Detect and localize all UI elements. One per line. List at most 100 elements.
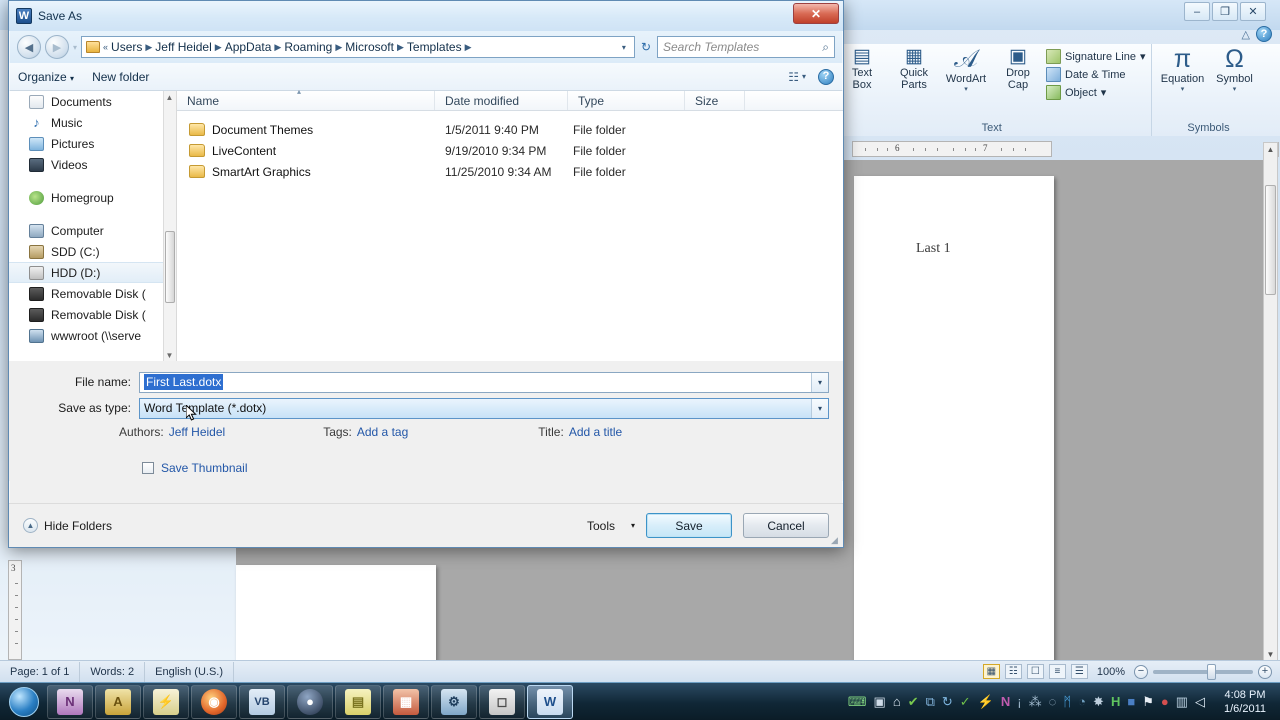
taskbar-button-onenote[interactable]: N (47, 685, 93, 719)
savetype-dropdown[interactable]: Word Template (*.dotx) ▾ (139, 398, 829, 419)
zoom-level-label[interactable]: 100% (1093, 666, 1129, 678)
taskbar-button-excel-chart[interactable]: ▦ (383, 685, 429, 719)
view-full-screen-reading-button[interactable]: ☷ (1005, 664, 1022, 679)
search-icon[interactable]: ⌕ (822, 40, 829, 55)
nav-scroll-down-icon[interactable]: ▼ (164, 349, 175, 361)
dialog-title-bar[interactable]: W Save As ✕ (9, 1, 843, 31)
symbol-caret-icon[interactable]: ▾ (1233, 86, 1237, 93)
file-row-document-themes[interactable]: Document Themes 1/5/2011 9:40 PM File fo… (177, 119, 843, 140)
sync-icon[interactable]: ↻ (942, 695, 953, 708)
ribbon-button-quick-parts[interactable]: ▦ Quick Parts (890, 47, 938, 91)
breadcrumb-appdata[interactable]: AppData (225, 40, 272, 54)
winamp-tray-icon[interactable]: ⚡ (978, 695, 994, 708)
taskbar-button-utility[interactable]: ⚙ (431, 685, 477, 719)
breadcrumb-sep-icon[interactable]: ▶ (465, 42, 472, 53)
speaker-blue-icon[interactable]: ■ (1127, 695, 1135, 708)
mouse-icon[interactable]: ⁂ (1029, 695, 1042, 708)
breadcrumb-roaming[interactable]: Roaming (284, 40, 332, 54)
file-name-cell[interactable]: LiveContent (177, 144, 435, 158)
refresh-icon[interactable]: ↻ (639, 40, 653, 54)
filename-value[interactable]: First Last.dotx (144, 374, 223, 390)
status-language[interactable]: English (U.S.) (145, 662, 234, 682)
file-name-cell[interactable]: Document Themes (177, 123, 435, 137)
recent-locations-icon[interactable]: ▾ (73, 43, 77, 52)
filename-dropdown-icon[interactable]: ▾ (811, 373, 828, 392)
ribbon-item-date-time[interactable]: Date & Time (1046, 67, 1145, 82)
view-caret-icon[interactable]: ▾ (802, 72, 806, 81)
h-icon[interactable]: H (1111, 695, 1120, 708)
wordart-caret-icon[interactable]: ▾ (964, 86, 968, 93)
organize-caret-icon[interactable]: ▾ (70, 74, 74, 83)
nav-item-computer[interactable]: Computer (9, 220, 176, 241)
resize-grip-icon[interactable]: ◢ (831, 535, 841, 545)
signature-line-caret-icon[interactable]: ▾ (1140, 50, 1146, 63)
zoom-out-button[interactable]: − (1134, 665, 1148, 679)
nav-item-removable-disk-2[interactable]: Removable Disk ( (9, 304, 176, 325)
view-web-layout-button[interactable]: ☐ (1027, 664, 1044, 679)
change-view-button[interactable]: ☷ ▾ (788, 70, 806, 84)
file-name-cell[interactable]: SmartArt Graphics (177, 165, 435, 179)
nav-item-documents[interactable]: Documents (9, 91, 176, 112)
nav-item-music[interactable]: ♪ Music (9, 112, 176, 133)
app-icon[interactable]: ⧉ (926, 695, 935, 708)
file-row-livecontent[interactable]: LiveContent 9/19/2010 9:34 PM File folde… (177, 140, 843, 161)
dialog-help-icon[interactable]: ? (818, 69, 834, 85)
monitor-icon[interactable]: ▣ (874, 695, 886, 708)
onenote-tray-icon[interactable]: N (1001, 695, 1010, 708)
nav-item-pictures[interactable]: Pictures (9, 133, 176, 154)
tools-caret-icon[interactable]: ▾ (631, 521, 635, 530)
flag-icon[interactable]: ⚑ (1142, 695, 1154, 708)
disc-icon[interactable]: ◌ (1049, 695, 1057, 708)
taskbar-button-media-player[interactable]: ● (287, 685, 333, 719)
nav-item-videos[interactable]: Videos (9, 154, 176, 175)
breadcrumb-sep-icon[interactable]: ▶ (397, 42, 404, 53)
view-print-layout-button[interactable]: ▦ (983, 664, 1000, 679)
title-field[interactable]: Title: Add a title (538, 425, 622, 439)
ribbon-button-wordart[interactable]: 𝒜 WordArt ▾ (942, 47, 990, 93)
balloon-icon[interactable]: ● (1161, 695, 1169, 708)
breadcrumb-sep-icon[interactable]: ▶ (145, 42, 152, 53)
zoom-in-button[interactable]: + (1258, 665, 1272, 679)
nav-item-homegroup[interactable]: Homegroup (9, 187, 176, 208)
back-button[interactable]: ◀ (17, 35, 41, 59)
status-page[interactable]: Page: 1 of 1 (0, 662, 80, 682)
breadcrumb-sep-icon[interactable]: ▶ (335, 42, 342, 53)
file-row-smartart-graphics[interactable]: SmartArt Graphics 11/25/2010 9:34 AM Fil… (177, 161, 843, 182)
horizontal-ruler[interactable]: 6 7 (852, 141, 1052, 157)
word-window-controls[interactable]: – ❐ ✕ (1184, 2, 1266, 21)
ribbon-button-symbol[interactable]: Ω Symbol ▾ (1210, 47, 1258, 93)
view-draft-button[interactable]: ☰ (1071, 664, 1088, 679)
taskbar-button-word[interactable]: W (527, 685, 573, 719)
restore-button[interactable]: ❐ (1212, 2, 1238, 21)
address-dropdown-icon[interactable]: ▾ (618, 43, 630, 52)
breadcrumb-templates[interactable]: Templates (407, 40, 462, 54)
ribbon-button-text-box[interactable]: ▤ Text Box (838, 47, 886, 91)
view-outline-button[interactable]: ≡ (1049, 664, 1066, 679)
keyboard-icon[interactable]: ⌨ (848, 695, 867, 708)
forward-button[interactable]: ▶ (45, 35, 69, 59)
globe-icon[interactable]: ◔ (1078, 695, 1086, 708)
nav-item-hdd-d[interactable]: HDD (D:) (9, 262, 176, 283)
breadcrumb-users[interactable]: Users (111, 40, 142, 54)
column-header-name[interactable]: Name ▴ (177, 91, 435, 110)
zoom-slider-thumb[interactable] (1207, 664, 1216, 680)
bluetooth-icon[interactable]: ᛗ (1063, 695, 1071, 708)
taskbar-button-winamp[interactable]: ⚡ (143, 685, 189, 719)
tools-button[interactable]: Tools ▾ (587, 519, 635, 533)
taskbar-button-visual-basic[interactable]: VB (239, 685, 285, 719)
document-vertical-scrollbar[interactable]: ▲ ▼ (1263, 142, 1278, 662)
new-folder-button[interactable]: New folder (92, 70, 149, 84)
breadcrumb-sep-icon[interactable]: ▶ (274, 42, 281, 53)
taskbar-button-sticky-notes[interactable]: ▤ (335, 685, 381, 719)
vertical-ruler[interactable]: 3 (8, 560, 22, 660)
collapse-ribbon-icon[interactable]: △ (1242, 28, 1250, 41)
savetype-dropdown-icon[interactable]: ▾ (811, 399, 828, 418)
close-button[interactable]: ✕ (1240, 2, 1266, 21)
ribbon-button-equation[interactable]: π Equation ▾ (1158, 47, 1206, 93)
tags-field[interactable]: Tags: Add a tag (323, 425, 408, 439)
save-thumbnail-label[interactable]: Save Thumbnail (161, 461, 248, 475)
network-icon[interactable]: ▥ (1176, 695, 1188, 708)
column-header-date-modified[interactable]: Date modified (435, 91, 568, 110)
title-value[interactable]: Add a title (569, 425, 622, 439)
nav-scrollbar-thumb[interactable] (165, 231, 175, 303)
